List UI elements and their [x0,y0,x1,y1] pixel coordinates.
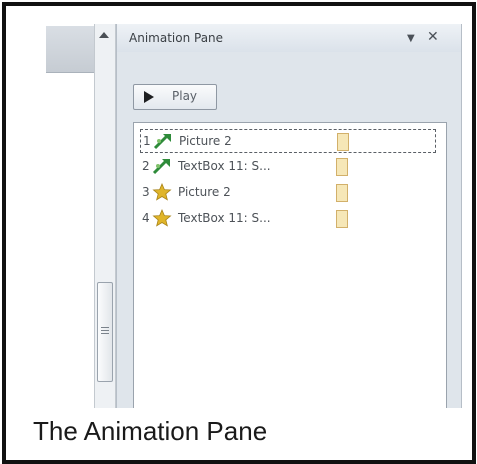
slide-area [6,6,94,408]
item-number: 2 [142,159,150,173]
item-label: TextBox 11: S... [178,211,271,225]
item-number: 4 [142,211,150,225]
timing-bar [336,158,348,176]
animation-pane: Animation Pane ▼ ✕ Play 1 Picture 2 2 Te… [116,24,462,415]
play-button-label: Play [172,89,198,103]
close-icon[interactable]: ✕ [427,28,439,46]
entrance-effect-icon [152,159,170,175]
list-item[interactable]: 2 TextBox 11: S... [140,155,436,179]
chevron-down-icon[interactable]: ▼ [407,30,415,48]
vertical-scrollbar[interactable] [94,24,116,408]
caption-bar: The Animation Pane [6,408,472,460]
item-number: 3 [142,185,150,199]
list-item[interactable]: 3 Picture 2 [140,181,436,205]
timing-bar [337,133,349,151]
caption: The Animation Pane [33,416,268,446]
list-item[interactable]: 4 TextBox 11: S... [140,207,436,231]
pane-title: Animation Pane [129,31,224,45]
timing-bar [336,210,348,228]
emphasis-effect-icon [152,209,172,227]
timing-bar [336,184,348,202]
entrance-effect-icon [153,134,171,150]
scroll-up-icon[interactable] [99,32,109,38]
play-icon [144,91,154,103]
pane-header: Animation Pane ▼ ✕ [117,24,461,52]
screenshot-frame: Animation Pane ▼ ✕ Play 1 Picture 2 2 Te… [2,2,476,464]
animation-list: 1 Picture 2 2 TextBox 11: S... 3 Picture… [133,122,447,415]
scroll-thumb[interactable] [97,282,113,382]
item-label: Picture 2 [179,134,232,148]
item-label: TextBox 11: S... [178,159,271,173]
list-item[interactable]: 1 Picture 2 [140,129,436,153]
emphasis-effect-icon [152,183,172,201]
ribbon-strip [46,26,94,73]
item-label: Picture 2 [178,185,231,199]
grip-line [101,327,109,328]
play-button[interactable]: Play [133,84,217,110]
item-number: 1 [143,134,151,148]
grip-line [101,333,109,334]
grip-line [101,330,109,331]
